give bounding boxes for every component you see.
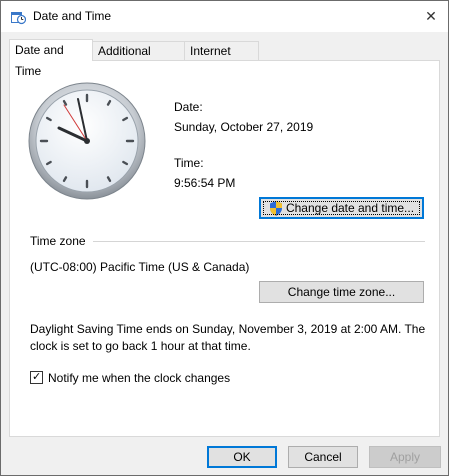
window-title: Date and Time bbox=[33, 9, 112, 23]
change-date-time-button[interactable]: Change date and time... bbox=[259, 197, 424, 219]
time-zone-divider bbox=[93, 241, 425, 242]
cancel-label: Cancel bbox=[304, 450, 342, 464]
cancel-button[interactable]: Cancel bbox=[288, 446, 358, 468]
date-label: Date: bbox=[174, 100, 203, 114]
tab-additional-clocks[interactable]: Additional Clocks bbox=[92, 41, 185, 77]
check-icon: ✓ bbox=[32, 371, 42, 383]
ok-button[interactable]: OK bbox=[207, 446, 277, 468]
dst-notice-line-1: Daylight Saving Time ends on Sunday, Nov… bbox=[30, 322, 426, 336]
tab-internet-time[interactable]: Internet Time bbox=[184, 41, 259, 77]
close-icon: ✕ bbox=[425, 8, 437, 24]
time-zone-value: (UTC-08:00) Pacific Time (US & Canada) bbox=[30, 260, 250, 274]
close-button[interactable]: ✕ bbox=[414, 1, 448, 32]
uac-shield-icon bbox=[269, 200, 282, 216]
time-zone-section-label: Time zone bbox=[30, 234, 86, 248]
analog-clock bbox=[28, 82, 146, 200]
tab-panel: Date: Sunday, October 27, 2019 Time: 9:5… bbox=[9, 60, 440, 437]
date-time-app-icon bbox=[11, 12, 26, 25]
tab-date-and-time[interactable]: Date and Time bbox=[9, 39, 93, 78]
change-time-zone-button[interactable]: Change time zone... bbox=[259, 281, 424, 303]
time-label: Time: bbox=[174, 156, 204, 170]
notify-checkbox[interactable]: ✓ bbox=[30, 371, 43, 384]
date-value: Sunday, October 27, 2019 bbox=[174, 120, 314, 134]
dst-notice-line-2: clock is set to go back 1 hour at that t… bbox=[30, 339, 251, 353]
change-time-zone-label: Change time zone... bbox=[287, 285, 396, 299]
change-date-time-label: Change date and time... bbox=[285, 201, 415, 215]
title-bar: Date and Time ✕ bbox=[1, 1, 448, 32]
apply-button[interactable]: Apply bbox=[369, 446, 441, 468]
notify-label[interactable]: Notify me when the clock changes bbox=[48, 371, 230, 385]
date-time-dialog: Date and Time ✕ Date and Time Additional… bbox=[0, 0, 449, 476]
apply-label: Apply bbox=[389, 450, 421, 464]
time-value: 9:56:54 PM bbox=[174, 176, 236, 190]
ok-label: OK bbox=[233, 450, 251, 464]
